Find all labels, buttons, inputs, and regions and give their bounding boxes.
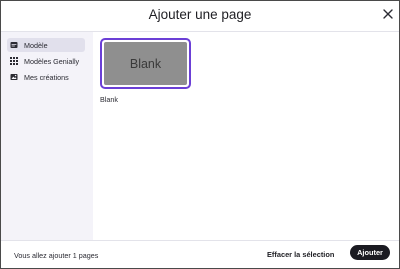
sidebar-item-mes-creations[interactable]: Mes créations [7, 70, 85, 84]
template-card-blank[interactable]: Blank [100, 38, 191, 89]
sidebar: Modèle Modèles Genially Mes créations [1, 32, 93, 240]
sidebar-item-modele[interactable]: Modèle [7, 38, 85, 52]
selection-count-text: Vous allez ajouter 1 pages [14, 251, 99, 260]
close-icon[interactable] [381, 7, 395, 21]
template-thumbnail: Blank [104, 42, 187, 85]
template-label: Blank [100, 95, 118, 104]
image-icon [10, 74, 18, 80]
grid-icon [10, 57, 18, 65]
dialog-footer: Vous allez ajouter 1 pages Effacer la sé… [1, 240, 399, 268]
template-gallery: Blank Blank [93, 32, 399, 240]
sidebar-item-label: Modèles Genially [24, 56, 80, 66]
sidebar-item-modeles-genially[interactable]: Modèles Genially [7, 54, 85, 68]
dialog-title: Ajouter une page [148, 7, 252, 22]
sidebar-item-label: Modèle [24, 40, 48, 50]
dialog-header: Ajouter une page [1, 1, 399, 32]
sidebar-item-label: Mes créations [24, 72, 69, 82]
clear-selection-button[interactable]: Effacer la sélection [267, 250, 334, 259]
add-button[interactable]: Ajouter [350, 245, 390, 260]
add-page-dialog: Ajouter une page Modèle Modèles Genially… [0, 0, 400, 269]
template-card-icon [10, 42, 18, 48]
